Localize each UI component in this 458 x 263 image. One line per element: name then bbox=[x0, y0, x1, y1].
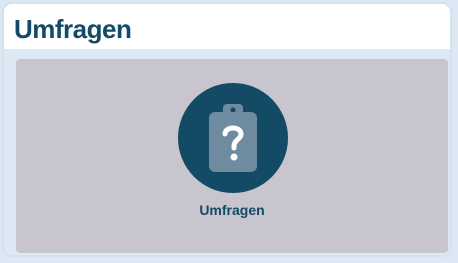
tile-label: Umfragen bbox=[199, 202, 265, 218]
tile-icon-circle bbox=[178, 83, 288, 193]
panel-content: Umfragen bbox=[4, 49, 450, 255]
clipboard-question-icon bbox=[209, 104, 257, 172]
panel-title: Umfragen bbox=[14, 14, 132, 44]
surveys-panel: Umfragen Umfragen bbox=[2, 2, 452, 257]
surveys-tile[interactable]: Umfragen bbox=[16, 59, 448, 253]
